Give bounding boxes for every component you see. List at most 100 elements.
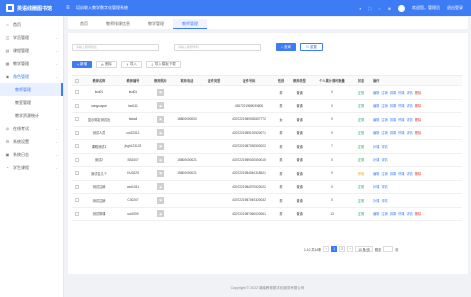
action-link[interactable]: 详情: [407, 118, 413, 122]
action-link[interactable]: 详情: [407, 212, 413, 216]
action-link[interactable]: 详情: [381, 199, 387, 203]
sidebar-item[interactable]: 教室管理: [0, 96, 63, 109]
sidebar-item-icon: ▣: [5, 152, 10, 157]
action-link[interactable]: 排课: [390, 172, 396, 176]
action-link[interactable]: 排课: [390, 212, 396, 216]
row-checkbox[interactable]: [72, 130, 82, 135]
import-button[interactable]: ⇪ 导入: [120, 61, 142, 68]
action-link[interactable]: 注销: [381, 131, 387, 135]
action-link[interactable]: 编辑: [373, 104, 379, 108]
action-link[interactable]: 编辑: [373, 118, 379, 122]
action-link[interactable]: 停课: [398, 172, 404, 176]
action-link[interactable]: 删除: [415, 91, 421, 95]
action-link[interactable]: 停课: [398, 118, 404, 122]
page-button[interactable]: ‹: [323, 246, 330, 252]
total-hours: 0: [331, 184, 333, 189]
action-link[interactable]: 编辑: [373, 131, 379, 135]
page-button[interactable]: 2: [339, 246, 346, 252]
row-checkbox[interactable]: [72, 144, 82, 149]
row-checkbox[interactable]: [72, 103, 82, 108]
action-link[interactable]: 详情: [381, 145, 387, 149]
action-link[interactable]: 详情: [407, 131, 413, 135]
action-link[interactable]: 排课: [390, 118, 396, 122]
download-template-button[interactable]: ⇩ 导入模板下载: [145, 61, 181, 68]
notification-icon[interactable]: ◌: [378, 6, 380, 11]
app-logo-icon: [6, 4, 14, 12]
action-link[interactable]: 停课: [398, 91, 404, 95]
action-link[interactable]: 补课: [373, 158, 379, 162]
sidebar-item[interactable]: ▦ 教学管理 ⌄: [0, 57, 63, 70]
action-link[interactable]: 注销: [381, 172, 387, 176]
add-button[interactable]: + 新增: [72, 61, 93, 68]
action-link[interactable]: 编辑: [373, 212, 379, 216]
status-badge: 正常: [357, 117, 365, 122]
action-link[interactable]: 删除: [415, 131, 421, 135]
tab[interactable]: 首页: [71, 19, 97, 29]
page-size-select[interactable]: 10 条/页: [355, 246, 373, 252]
action-link[interactable]: 编辑: [373, 172, 379, 176]
sidebar-item[interactable]: ◎ 在线考试 ⌄: [0, 122, 63, 135]
row-checkbox[interactable]: [72, 157, 82, 162]
goto-page-input[interactable]: [383, 246, 394, 252]
action-link[interactable]: 停课: [398, 212, 404, 216]
action-link[interactable]: 删除: [415, 172, 421, 176]
action-link[interactable]: 编辑: [373, 91, 379, 95]
search-button[interactable]: ⌕ 查询: [276, 43, 296, 51]
tab[interactable]: 教学管理: [139, 19, 173, 29]
row-checkbox[interactable]: [72, 198, 82, 203]
sidebar-item[interactable]: ◫ 学员管理 ⌄: [0, 31, 63, 44]
total-hours: 0: [331, 157, 333, 162]
action-link[interactable]: 详情: [407, 91, 413, 95]
action-link[interactable]: 补课: [373, 199, 379, 203]
page-button[interactable]: ›: [347, 246, 354, 252]
action-link[interactable]: 注销: [381, 118, 387, 122]
logout-link[interactable]: 退出登录: [447, 5, 463, 11]
row-checkbox[interactable]: [72, 184, 82, 189]
avatar[interactable]: [398, 4, 405, 12]
teacher-name-input[interactable]: 请输入教师姓名: [72, 43, 159, 51]
sidebar-item[interactable]: ▤ 课程管理 ⌄: [0, 44, 63, 57]
teacher-subject-input[interactable]: 请输入教师学科: [174, 43, 261, 51]
select-all-checkbox[interactable]: [72, 78, 82, 83]
action-link[interactable]: 停课: [398, 104, 404, 108]
row-checkbox[interactable]: [72, 211, 82, 216]
action-link[interactable]: 详情: [381, 158, 387, 162]
row-checkbox[interactable]: [72, 90, 82, 95]
action-link[interactable]: 详情: [407, 172, 413, 176]
action-link[interactable]: 停课: [398, 131, 404, 135]
action-link[interactable]: 排课: [390, 91, 396, 95]
action-link[interactable]: 详情: [407, 104, 413, 108]
sidebar-item[interactable]: ◉ 角色管理 ⌄: [0, 70, 63, 83]
sidebar-item[interactable]: ▣ 系统日志 ⌄: [0, 148, 63, 161]
delete-button[interactable]: ⊖ 删除: [96, 61, 117, 68]
action-link[interactable]: 注销: [381, 212, 387, 216]
action-link[interactable]: 删除: [415, 212, 421, 216]
action-link[interactable]: 补课: [373, 185, 379, 189]
sidebar-item[interactable]: 教学资源统计: [0, 109, 63, 122]
app-brand[interactable]: 英语线圈图书馆: [0, 0, 64, 16]
menu-toggle-icon[interactable]: ≡: [66, 5, 74, 11]
action-link[interactable]: 删除: [415, 104, 421, 108]
sidebar-item[interactable]: 教师管理: [0, 83, 63, 96]
action-link[interactable]: 详情: [381, 185, 387, 189]
row-checkbox[interactable]: [72, 117, 82, 122]
reset-button[interactable]: ↻ 重置: [299, 43, 323, 51]
tab[interactable]: 教师管理: [173, 19, 207, 29]
search-icon[interactable]: ⌕: [359, 6, 361, 11]
user-greeting[interactable]: 欢迎您，管理员: [412, 5, 440, 11]
row-checkbox[interactable]: [72, 171, 82, 176]
action-link[interactable]: 注销: [381, 104, 387, 108]
settings-icon[interactable]: ⊕: [388, 6, 391, 11]
sidebar-item[interactable]: ⚙ 系统设置 ⌄: [0, 135, 63, 148]
page-button[interactable]: 1: [331, 246, 338, 252]
action-link[interactable]: 删除: [415, 118, 421, 122]
sidebar-item[interactable]: ◔ 学生课程 ⌄: [0, 161, 63, 174]
fullscreen-icon[interactable]: ⛶: [368, 6, 371, 11]
action-link[interactable]: 注销: [381, 91, 387, 95]
action-link[interactable]: 排课: [390, 104, 396, 108]
sidebar-item[interactable]: ⌂ 首页: [0, 18, 63, 31]
action-link[interactable]: 补课: [373, 145, 379, 149]
action-link[interactable]: 排课: [390, 131, 396, 135]
tab[interactable]: 教师排课信息: [97, 19, 139, 29]
chevron-down-icon: ⌄: [55, 35, 58, 40]
